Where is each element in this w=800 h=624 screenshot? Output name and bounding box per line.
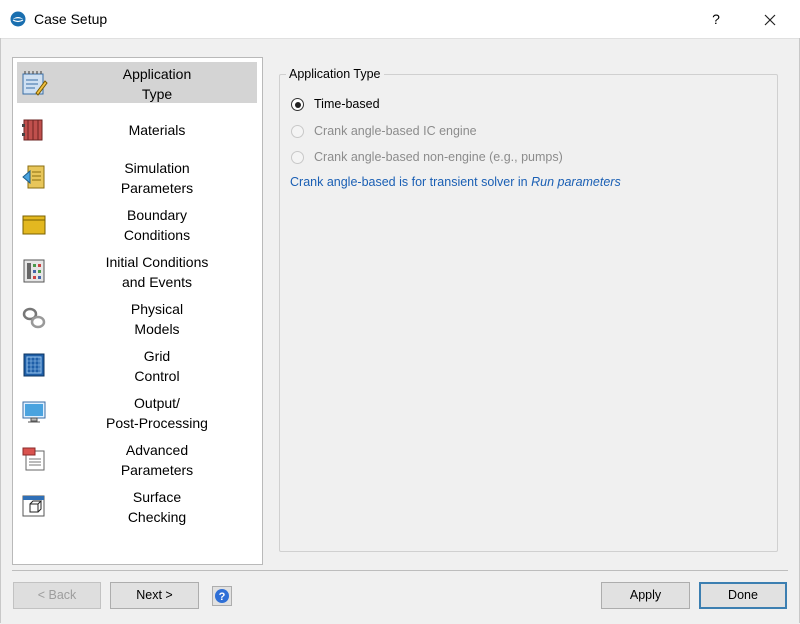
group-title: Application Type <box>286 67 384 81</box>
surface-checking-icon <box>22 495 45 517</box>
radio-label: Crank angle-based IC engine <box>314 124 477 138</box>
application-type-icon <box>22 71 48 96</box>
help-title-button[interactable]: ? <box>703 6 729 32</box>
nav-label: Grid Control <box>134 348 180 384</box>
radio-label: Crank angle-based non-engine (e.g., pump… <box>314 150 563 164</box>
nav-label: Boundary Conditions <box>123 207 191 243</box>
footer-separator <box>12 570 788 571</box>
physical-models-icon <box>22 307 46 329</box>
nav-label: Initial Conditions and Events <box>105 254 209 290</box>
nav-item-physical-models[interactable]: Physical Models <box>17 297 257 338</box>
initial-conditions-icon <box>23 259 45 283</box>
nav-label: Surface Checking <box>127 489 187 525</box>
svg-text:?: ? <box>219 591 226 603</box>
materials-icon <box>22 119 43 141</box>
info-text: Crank angle-based is for transient solve… <box>290 175 532 189</box>
back-button[interactable]: < Back <box>13 582 101 609</box>
grid-control-icon <box>23 353 45 377</box>
nav-label: Physical Models <box>130 301 184 337</box>
title-bar: Case Setup ? <box>0 0 800 39</box>
advanced-parameters-icon <box>22 447 45 471</box>
apply-button[interactable]: Apply <box>601 582 690 609</box>
info-note: Crank angle-based is for transient solve… <box>290 175 621 189</box>
close-icon[interactable] <box>754 6 786 32</box>
setup-navigation: Application Type Materials Simulation Pa… <box>12 57 263 565</box>
boundary-conditions-icon <box>22 215 46 235</box>
nav-label: Simulation Parameters <box>120 160 194 196</box>
nav-item-surface-checking[interactable]: Surface Checking <box>17 485 257 526</box>
simulation-parameters-icon <box>22 165 45 189</box>
nav-item-advanced-parameters[interactable]: Advanced Parameters <box>17 438 257 479</box>
nav-label: Materials <box>128 122 186 138</box>
run-parameters-link[interactable]: Run parameters <box>531 175 621 189</box>
radio-checked-icon[interactable] <box>291 98 304 111</box>
output-icon <box>22 401 46 423</box>
help-icon[interactable]: ? <box>212 586 232 606</box>
nav-item-application-type[interactable]: Application Type <box>17 62 257 103</box>
nav-item-output-post-processing[interactable]: Output/ Post-Processing <box>17 391 257 432</box>
window-title: Case Setup <box>34 11 108 27</box>
radio-unchecked-icon[interactable] <box>291 125 304 138</box>
done-button[interactable]: Done <box>699 582 787 609</box>
nav-item-materials[interactable]: Materials <box>17 109 257 150</box>
application-type-group <box>279 74 778 552</box>
nav-item-initial-conditions[interactable]: Initial Conditions and Events <box>17 250 257 291</box>
nav-item-simulation-parameters[interactable]: Simulation Parameters <box>17 156 257 197</box>
nav-label: Advanced Parameters <box>120 442 194 478</box>
radio-unchecked-icon[interactable] <box>291 151 304 164</box>
app-logo-icon <box>10 11 26 27</box>
nav-item-grid-control[interactable]: Grid Control <box>17 344 257 385</box>
nav-item-boundary-conditions[interactable]: Boundary Conditions <box>17 203 257 244</box>
next-button[interactable]: Next > <box>110 582 199 609</box>
nav-label: Application Type <box>122 66 192 102</box>
nav-label: Output/ Post-Processing <box>106 395 208 431</box>
radio-label: Time-based <box>314 97 380 111</box>
